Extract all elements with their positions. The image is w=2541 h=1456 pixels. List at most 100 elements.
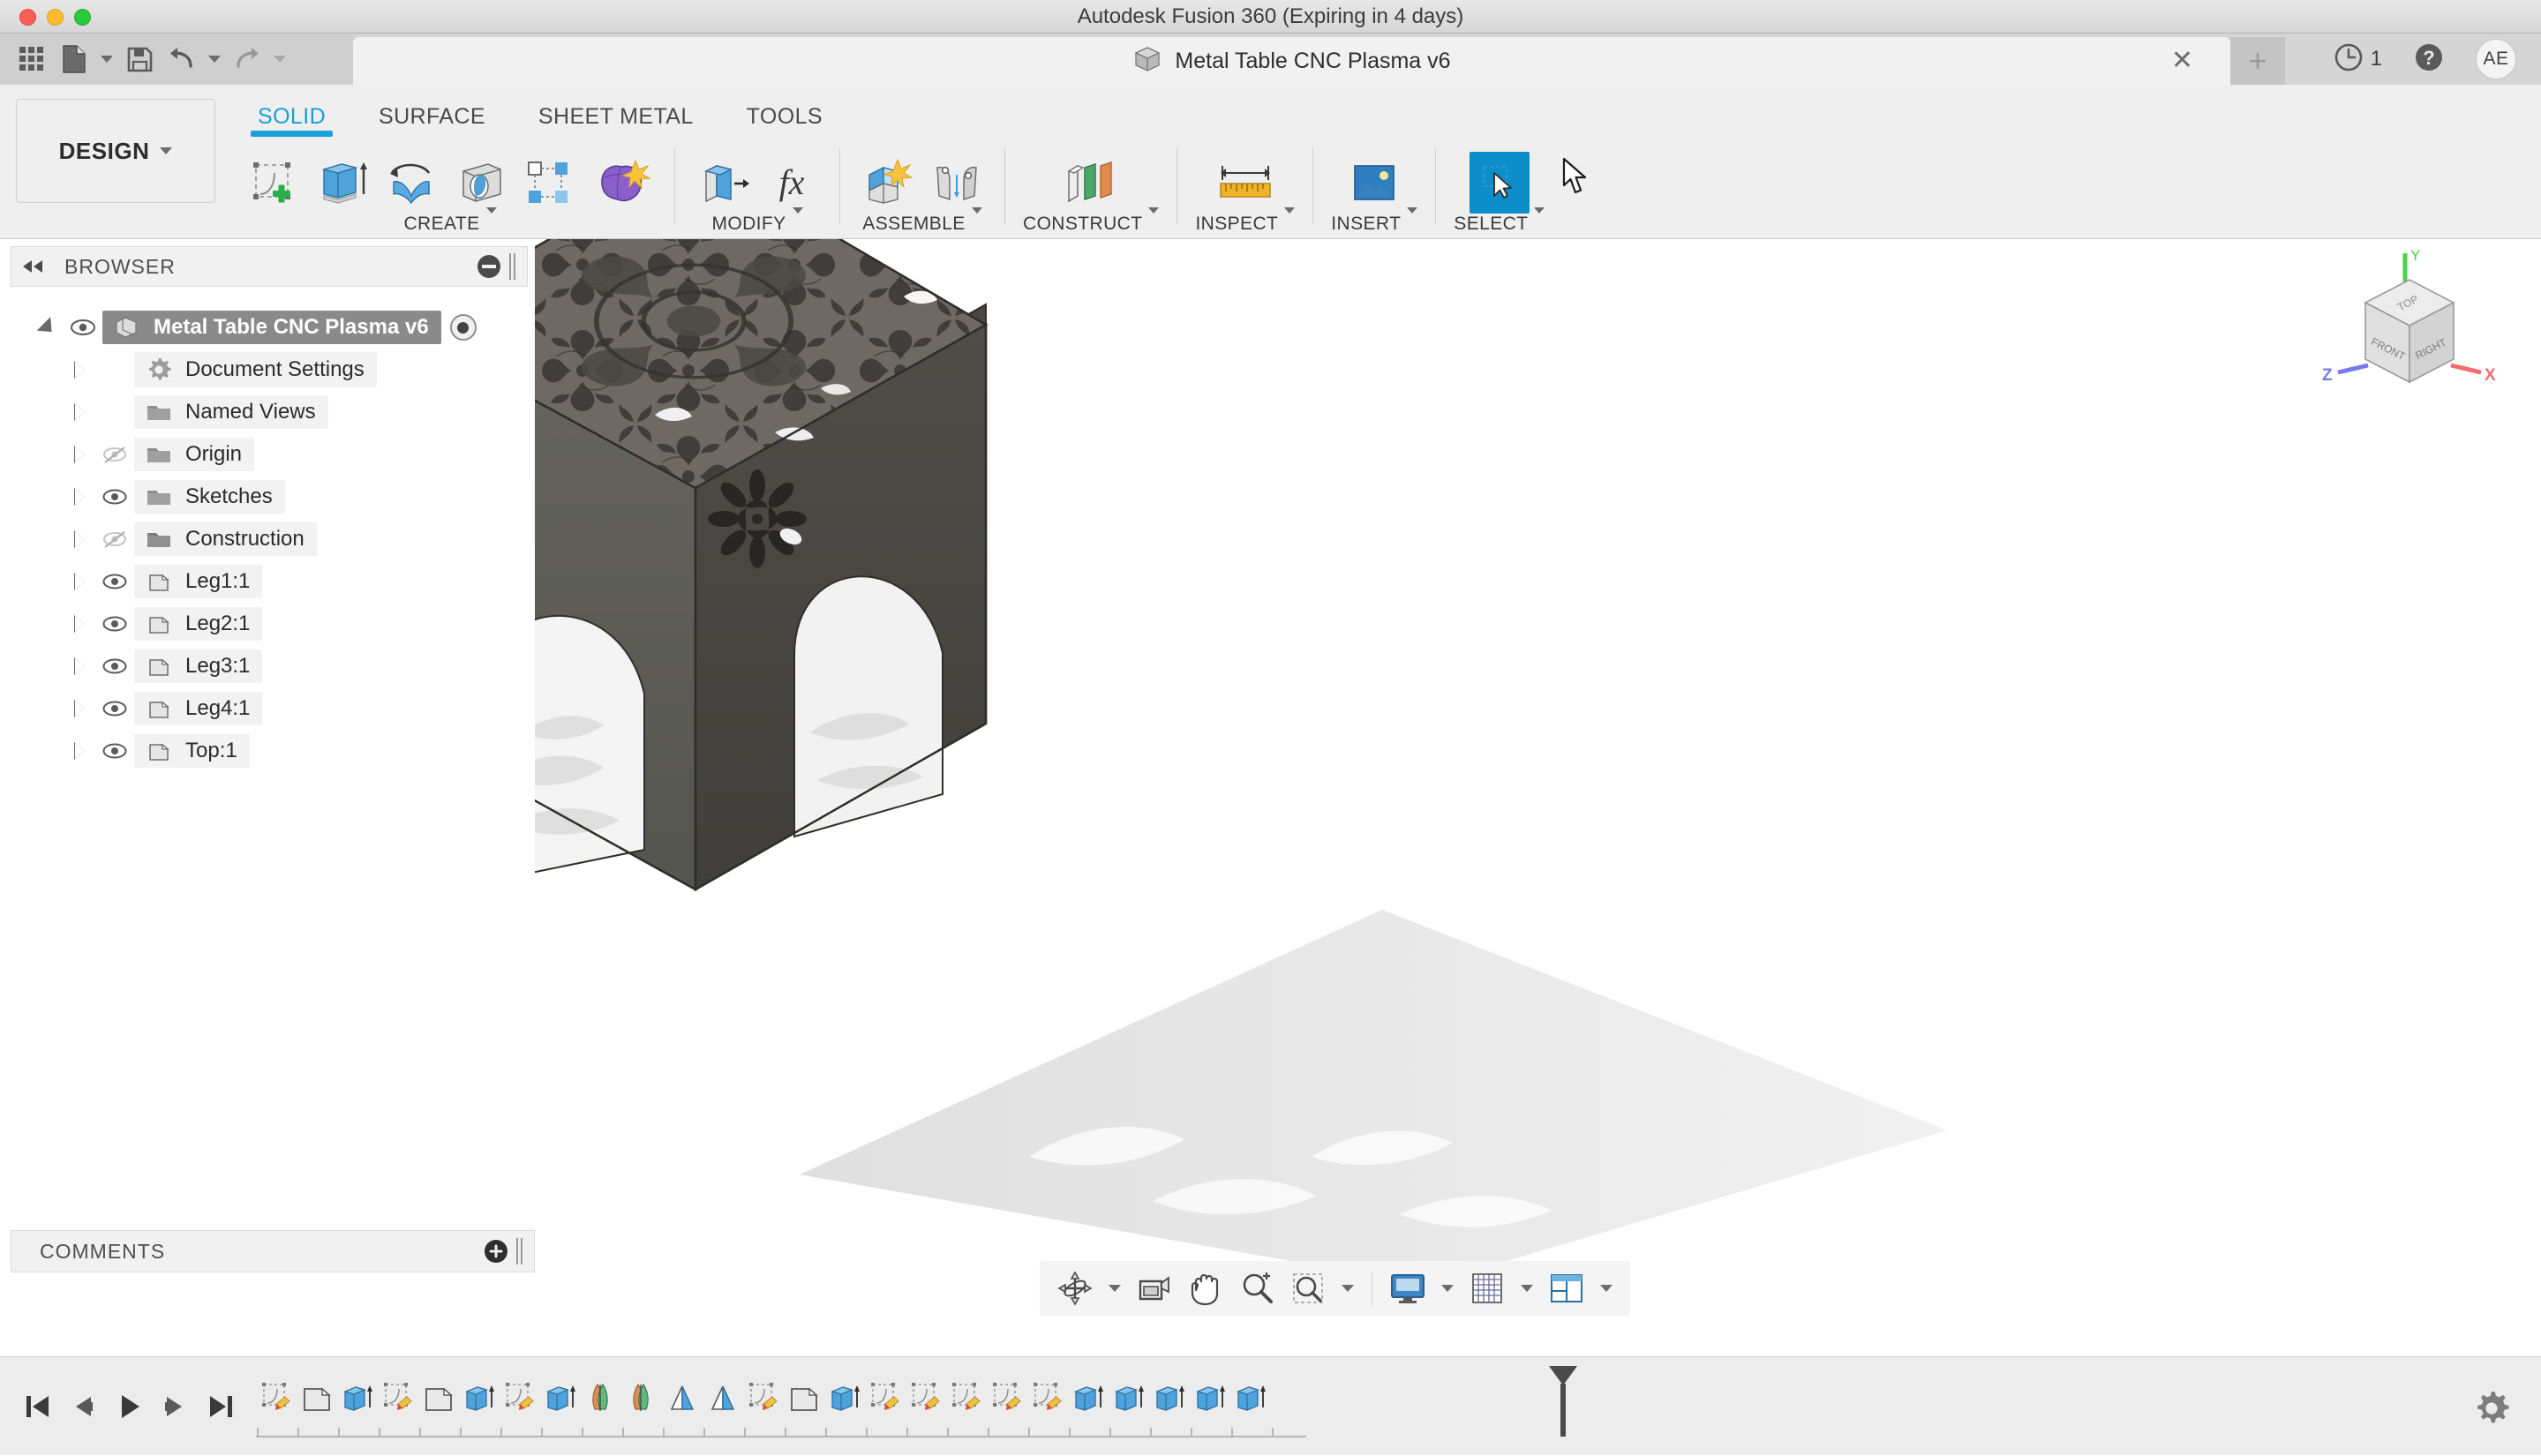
display-settings-caret-icon[interactable] [1436, 1265, 1459, 1311]
visibility-eye-icon[interactable] [95, 488, 134, 506]
visibility-eye-icon[interactable] [95, 657, 134, 675]
zoom-icon[interactable] [1234, 1265, 1280, 1311]
expander-collapsed-icon[interactable] [64, 489, 95, 505]
tree-item-named-views[interactable]: Named Views [0, 391, 535, 433]
tree-item-root[interactable]: Metal Table CNC Plasma v6 [0, 306, 535, 349]
create-sketch-icon[interactable] [244, 154, 304, 212]
timeline-settings-gear-icon[interactable] [2472, 1389, 2511, 1428]
expander-collapsed-icon[interactable] [64, 531, 95, 547]
go-to-end-icon[interactable] [199, 1380, 242, 1433]
timeline-feature-sketch[interactable] [1027, 1373, 1068, 1421]
tree-item-origin[interactable]: Origin [0, 433, 535, 476]
orbit-caret-icon[interactable] [1103, 1265, 1126, 1311]
press-pull-icon[interactable] [693, 154, 753, 212]
zoom-window-caret-icon[interactable] [1336, 1265, 1359, 1311]
pan-icon[interactable] [1183, 1265, 1229, 1311]
timeline-feature-extrude[interactable] [824, 1373, 865, 1421]
file-menu-caret-icon[interactable] [97, 39, 117, 79]
timeline-feature-extrude[interactable] [1190, 1373, 1230, 1421]
tab-sheet-metal[interactable]: SHEET METAL [512, 92, 720, 133]
ribbon-group-label-assemble[interactable]: ASSEMBLE [862, 214, 981, 235]
orbit-icon[interactable] [1052, 1265, 1098, 1311]
step-back-icon[interactable] [62, 1380, 104, 1433]
sweep-icon[interactable] [450, 154, 510, 212]
viewcube-body[interactable]: TOP FRONT RIGHT [2365, 280, 2454, 382]
document-tab[interactable]: Metal Table CNC Plasma v6 ✕ [353, 37, 2230, 85]
tree-item-document-settings[interactable]: Document Settings [0, 349, 535, 391]
timeline-feature-sketch[interactable] [500, 1373, 540, 1421]
extrude-icon[interactable] [312, 154, 372, 212]
change-parameters-icon[interactable]: fx [762, 154, 822, 212]
timeline-feature-extrude[interactable] [459, 1373, 500, 1421]
tree-item-construction[interactable]: Construction [0, 518, 535, 560]
timeline-feature-extrude[interactable] [1230, 1373, 1271, 1421]
timeline-feature-sketch[interactable] [256, 1373, 297, 1421]
expander-collapsed-icon[interactable] [64, 743, 95, 759]
grid-snaps-icon[interactable] [1464, 1265, 1510, 1311]
ribbon-group-label-select[interactable]: SELECT [1454, 214, 1545, 235]
comments-panel-header[interactable]: COMMENTS [11, 1230, 535, 1272]
redo-icon[interactable] [228, 39, 267, 79]
visibility-eye-hidden-icon[interactable] [95, 529, 134, 549]
model-3d-view[interactable] [535, 239, 2541, 1262]
timeline-feature-sketch[interactable] [987, 1373, 1027, 1421]
form-icon[interactable] [588, 154, 657, 212]
expander-collapsed-icon[interactable] [64, 616, 95, 632]
timeline-feature-body[interactable] [784, 1373, 824, 1421]
viewports-icon[interactable] [1544, 1265, 1590, 1311]
visibility-eye-icon[interactable] [95, 573, 134, 590]
play-icon[interactable] [108, 1380, 150, 1433]
tree-item-sketches[interactable]: Sketches [0, 476, 535, 518]
timeline-feature-sketch[interactable] [946, 1373, 987, 1421]
tab-tools[interactable]: TOOLS [720, 92, 849, 133]
undo-menu-caret-icon[interactable] [205, 39, 224, 79]
viewport-canvas[interactable]: Y Z X TOP FRONT RIGHT [535, 239, 2541, 1262]
undo-icon[interactable] [162, 39, 201, 79]
expander-collapsed-icon[interactable] [64, 404, 95, 420]
go-to-beginning-icon[interactable] [16, 1380, 58, 1433]
tree-item-leg2[interactable]: Leg2:1 [0, 603, 535, 645]
expander-collapsed-icon[interactable] [64, 447, 95, 462]
joint-icon[interactable] [927, 154, 987, 212]
timeline-feature-sketch[interactable] [865, 1373, 906, 1421]
expander-collapsed-icon[interactable] [64, 658, 95, 674]
save-icon[interactable] [120, 39, 159, 79]
expander-collapsed-icon[interactable] [64, 574, 95, 589]
ribbon-group-label-construct[interactable]: CONSTRUCT [1023, 214, 1159, 235]
timeline-feature-extrude[interactable] [1109, 1373, 1149, 1421]
timeline-feature-body[interactable] [418, 1373, 459, 1421]
tab-surface[interactable]: SURFACE [352, 92, 512, 133]
tab-solid[interactable]: SOLID [231, 92, 352, 133]
step-forward-icon[interactable] [154, 1380, 196, 1433]
timeline-feature-sketch[interactable] [378, 1373, 418, 1421]
grid-snaps-caret-icon[interactable] [1515, 1265, 1538, 1311]
visibility-eye-icon[interactable] [95, 700, 134, 717]
timeline-feature-extrude[interactable] [1149, 1373, 1190, 1421]
timeline-feature-extrude[interactable] [1068, 1373, 1109, 1421]
expander-collapsed-icon[interactable] [64, 362, 95, 378]
plus-circle-icon[interactable] [485, 1240, 507, 1263]
timeline-feature-sketch[interactable] [743, 1373, 784, 1421]
display-settings-icon[interactable] [1385, 1265, 1431, 1311]
timeline-end-marker[interactable] [1547, 1364, 1579, 1438]
tree-item-leg3[interactable]: Leg3:1 [0, 645, 535, 687]
ribbon-group-label-insert[interactable]: INSERT [1331, 214, 1417, 235]
visibility-eye-icon[interactable] [95, 742, 134, 760]
panel-resize-grip[interactable] [516, 1238, 525, 1265]
grid-menu-icon[interactable] [12, 39, 51, 79]
workspace-switcher[interactable]: DESIGN [16, 99, 215, 203]
zoom-window-icon[interactable] [1285, 1265, 1331, 1311]
timeline-track[interactable] [256, 1357, 2426, 1456]
insert-image-icon[interactable] [1344, 154, 1404, 212]
timeline-feature-body[interactable] [297, 1373, 337, 1421]
look-at-icon[interactable] [1131, 1265, 1177, 1311]
visibility-eye-icon[interactable] [64, 319, 102, 336]
timeline-feature-revolve[interactable] [621, 1373, 662, 1421]
job-status-button[interactable]: 1 [2334, 42, 2382, 77]
ribbon-group-label-inspect[interactable]: INSPECT [1195, 214, 1295, 235]
select-cursor-icon[interactable] [1470, 154, 1530, 212]
help-button[interactable]: ? [2412, 41, 2446, 79]
visibility-eye-hidden-icon[interactable] [95, 445, 134, 464]
tree-item-top[interactable]: Top:1 [0, 730, 535, 772]
expander-collapsed-icon[interactable] [64, 701, 95, 717]
